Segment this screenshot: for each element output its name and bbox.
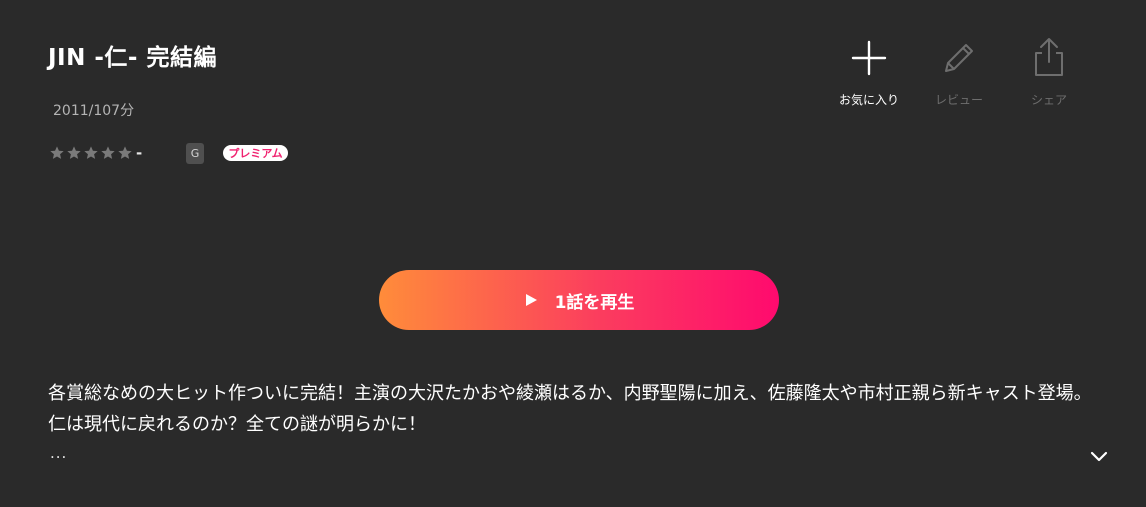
synopsis-ellipsis: ... [50,444,68,462]
play-episode-button[interactable]: 1話を再生 [379,270,779,330]
page-title: JIN -仁- 完結編 [48,45,217,71]
share-button[interactable]: シェア [1004,36,1094,108]
release-year-duration: 2011/107分 [53,103,135,119]
premium-badge: プレミアム [223,145,288,161]
grade-badge: G [186,143,204,164]
review-label: レビュー [934,93,983,107]
share-icon [1029,36,1069,80]
rating-value: - [136,144,143,162]
star-icon [67,146,81,159]
chevron-down-icon [1090,451,1108,462]
star-icon [118,146,132,159]
share-label: シェア [1030,93,1067,107]
favorite-button[interactable]: お気に入り [824,36,914,108]
star-rating [49,145,133,161]
star-icon [84,146,98,159]
play-icon [525,294,537,306]
rating: - [49,141,176,165]
plus-icon [849,36,889,80]
action-bar: お気に入り レビュー シェア [824,36,1094,108]
expand-synopsis-button[interactable] [1086,443,1112,469]
star-icon [50,146,64,159]
favorite-label: お気に入り [838,93,899,107]
play-label: 1話を再生 [554,292,635,313]
star-icon [101,146,115,159]
review-button[interactable]: レビュー [914,36,1004,108]
pencil-icon [939,36,979,80]
synopsis: 各賞総なめの大ヒット作ついに完結！主演の大沢たかおや綾瀬はるか、内野聖陽に加え、… [48,383,1092,435]
